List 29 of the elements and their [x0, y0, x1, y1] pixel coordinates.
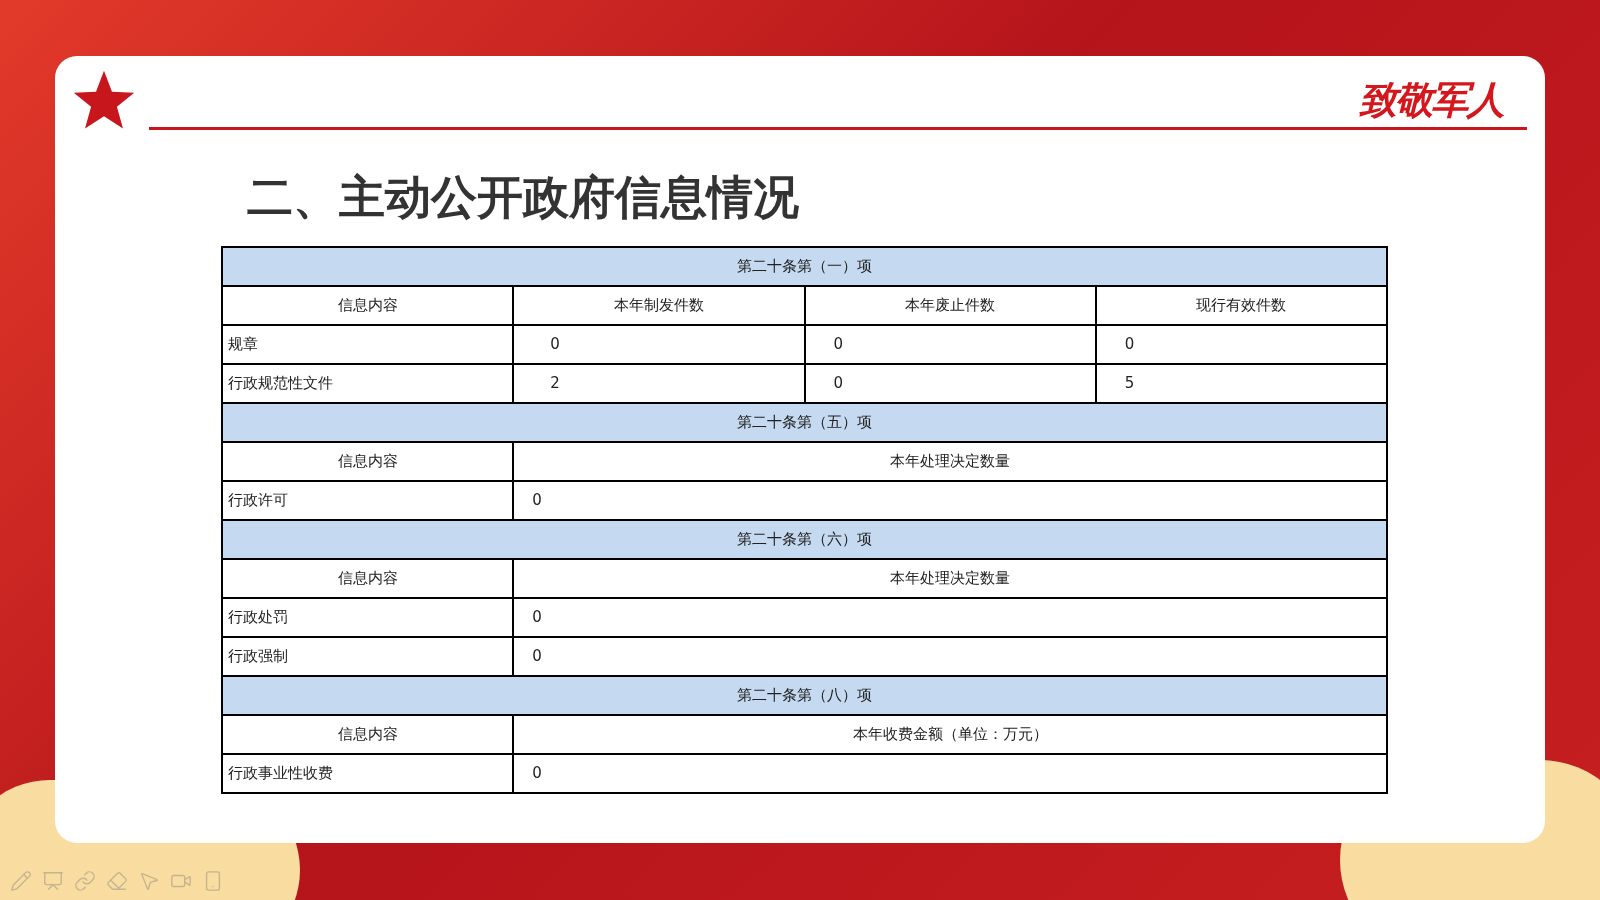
column-header: 信息内容	[222, 286, 514, 325]
table-cell: 行政处罚	[222, 598, 514, 637]
section-title: 第二十条第（五）项	[222, 403, 1387, 442]
column-header: 信息内容	[222, 715, 514, 754]
table-cell: 0	[513, 598, 1387, 637]
table-cell: 规章	[222, 325, 514, 364]
pointer-icon[interactable]	[138, 870, 160, 892]
column-header: 本年制发件数	[513, 286, 805, 325]
table-cell: 0	[804, 325, 1096, 364]
slide-icon[interactable]	[42, 870, 64, 892]
column-header: 现行有效件数	[1095, 286, 1387, 325]
logo-text: 致敬军人	[1358, 81, 1505, 119]
column-header: 本年废止件数	[804, 286, 1096, 325]
column-header: 信息内容	[222, 559, 514, 598]
table-cell: 0	[513, 325, 805, 364]
table-cell: 行政事业性收费	[222, 754, 514, 793]
column-header: 本年处理决定数量	[513, 442, 1387, 481]
column-header: 本年处理决定数量	[513, 559, 1387, 598]
table-cell: 0	[1095, 325, 1387, 364]
section-title: 第二十条第（六）项	[222, 520, 1387, 559]
slide-title: 二、主动公开政府信息情况	[247, 174, 800, 220]
link-icon[interactable]	[74, 870, 96, 892]
section-title: 第二十条第（八）项	[222, 676, 1387, 715]
column-header: 本年收费金额（单位：万元）	[513, 715, 1387, 754]
pencil-icon[interactable]	[10, 870, 32, 892]
eraser-icon[interactable]	[106, 870, 128, 892]
column-header: 信息内容	[222, 442, 514, 481]
table-cell: 0	[513, 754, 1387, 793]
section-title: 第二十条第（一）项	[222, 247, 1387, 286]
